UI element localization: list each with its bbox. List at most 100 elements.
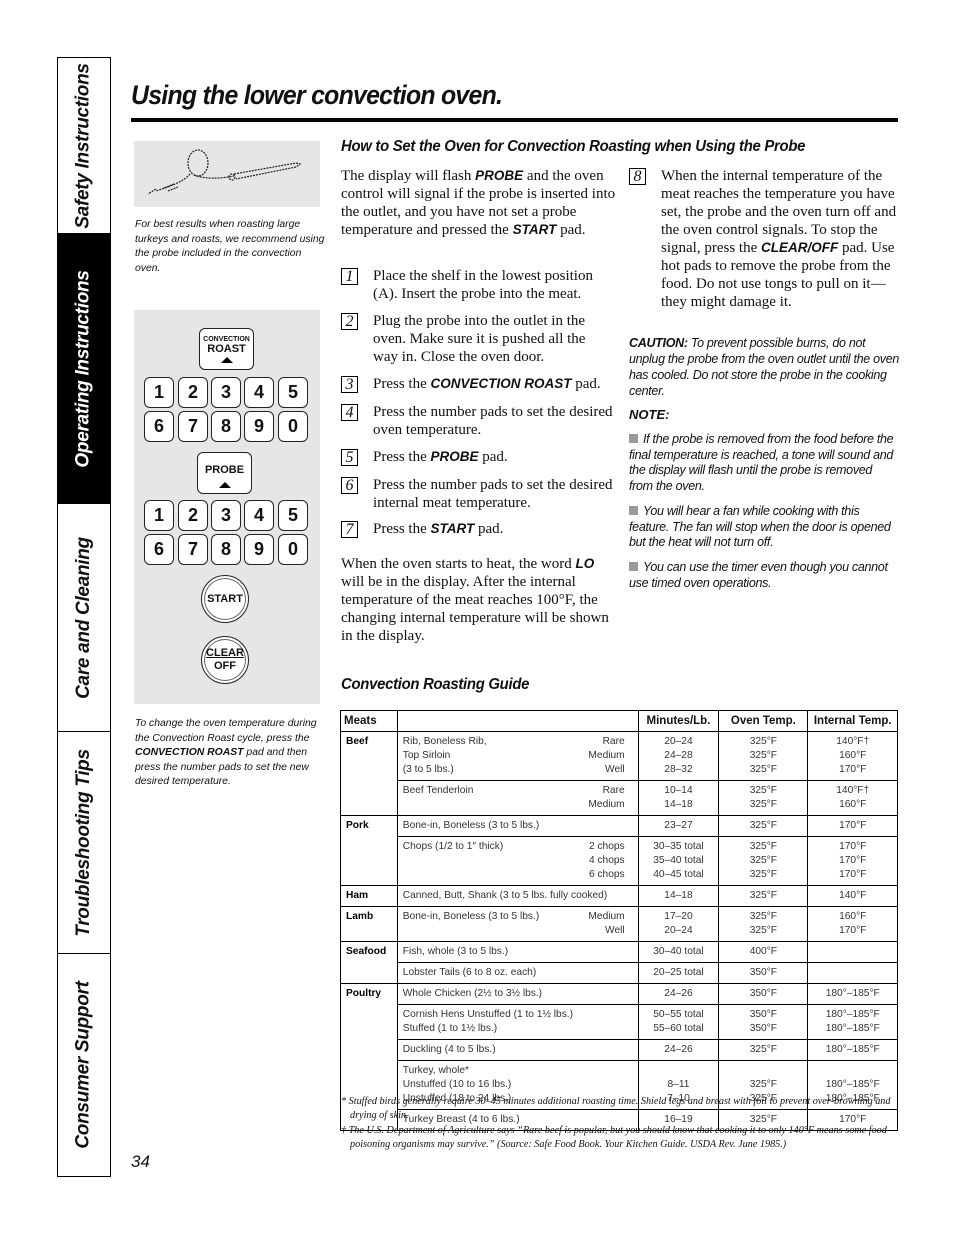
internal-temp: 180°–185°F 180°–185°F [807,1004,898,1040]
caution-note: CAUTION: To prevent possible burns, do n… [629,335,899,399]
number-pad-2: 2 [178,377,208,408]
start-pad: START [201,575,249,623]
table-row: Pork Bone-in, Boneless (3 to 5 lbs.) 23–2… [340,815,898,886]
table-row: Cornish Hens Unstuffed (1 to 1½ lbs.) Stu… [341,1004,898,1040]
text: When the oven starts to heat, the word [341,556,576,572]
oven-temp: 350°F 350°F [718,1004,809,1040]
cell-line: 325°F [749,736,778,747]
step-text: Place the shelf in the lowest position (… [373,267,613,303]
side-tab-operating-instructions[interactable]: Operating Instructions [58,234,110,504]
oven-temp: 325°F 325°F 325°F [718,836,809,886]
doneness-line: 4 chops [588,855,625,866]
header-meats: Meats [340,710,398,732]
doneness-line: Rare [602,736,625,747]
step-number-box: 7 [341,521,358,538]
cell-line: 180°–185°F [825,1044,880,1055]
side-tab-label: Operating Instructions [73,269,95,468]
cut-description: Bone-in, Boneless (3 to 5 lbs.) [396,815,639,837]
description-line: Chops (1/2 to 1″ thick) [402,841,504,852]
cell-line: 170°F [839,764,867,775]
cell-line: 170°F [839,925,867,936]
cut-description: Chops (1/2 to 1″ thick) 2 chops 4 chops 6 … [396,836,639,886]
cell-line: 180°–185°F [825,1023,880,1034]
table-header-row: Meats Minutes/Lb. Oven Temp. Internal Te… [340,710,898,732]
step-text: Press the START pad. [373,520,613,538]
number-pad-3: 3 [211,377,241,408]
convection-roasting-guide-table: Meats Minutes/Lb. Oven Temp. Internal Te… [340,710,898,1131]
cell-line: 50–55 total [653,1009,704,1020]
cut-description: Lobster Tails (6 to 8 oz. each) [396,962,639,984]
number-pad-2: 2 [178,500,208,531]
indicator-triangle-icon [220,356,233,363]
side-tab-troubleshooting-tips[interactable]: Troubleshooting Tips [58,732,110,954]
clear-off-pad: CLEAR OFF [201,636,249,684]
number-pad-0: 0 [278,534,308,565]
number-pad-6: 6 [144,411,174,442]
doneness-line [622,1022,625,1036]
cell-line: 325°F [749,869,778,880]
table-row: Seafood Fish, whole (3 to 5 lbs.) 30–40 t… [340,941,898,984]
description-line: Cornish Hens Unstuffed (1 to 1½ lbs.) [402,1009,574,1020]
cell-line: 325°F [749,785,778,796]
oven-temp: 325°F 325°F [718,780,809,816]
text: Press the number pads to set the desired… [373,404,613,438]
cell-line: 325°F [749,855,778,866]
number-pad-8: 8 [211,534,241,565]
cell-line: 30–35 total [653,841,704,852]
cell-line: 35–40 total [653,855,704,866]
oven-temp: 325°F [718,1039,809,1061]
cell-line: 325°F [749,799,778,810]
cell-line: 14–18 [664,799,693,810]
keyword: START [430,521,475,536]
cell-line: 160°F [839,799,867,810]
description-line: (3 to 5 lbs.) [402,764,454,775]
side-tab-consumer-support[interactable]: Consumer Support [58,954,110,1176]
number-pad-0: 0 [278,411,308,442]
oven-temp: 350°F [718,983,809,1005]
table-row: Poultry Whole Chicken (2½ to 3½ lbs.) 24–… [340,983,898,1131]
description-line: Duckling (4 to 5 lbs.) [402,1044,496,1055]
doneness-line: 2 chops [588,841,625,852]
cell-line [813,966,892,980]
note-item: You will hear a fan while cooking with t… [629,504,899,551]
number-pad-5: 5 [278,377,308,408]
number-pad-4: 4 [244,377,274,408]
meat-category: Seafood [340,941,398,984]
meat-category: Ham [340,885,398,907]
step-number-box: 8 [629,168,646,185]
probe-pad: PROBE [197,452,252,494]
internal-temp: 140°F [807,885,898,907]
side-tab-care-and-cleaning[interactable]: Care and Cleaning [58,504,110,732]
description-line: Top Sirloin [402,750,451,761]
number-pad-1: 1 [144,500,174,531]
cell-line: 30–40 total [653,946,704,957]
keyword: LO [575,556,595,571]
cell-line: 10–14 [664,785,693,796]
cell-line: 20–24 [664,925,693,936]
minutes-per-lb: 23–27 [637,815,720,837]
meat-probe-icon [147,149,302,195]
cell-line: 325°F [749,925,778,936]
minutes-per-lb: 20–24 24–28 28–32 [637,731,720,781]
number-pad-9: 9 [244,534,274,565]
side-tab-safety-instructions[interactable]: Safety Instructions [58,58,110,234]
cut-description: Cornish Hens Unstuffed (1 to 1½ lbs.) Stu… [396,1004,639,1040]
keyword: PROBE [475,168,524,183]
cell-line: 170°F [839,855,867,866]
step-text: Press the CONVECTION ROAST pad. [373,375,613,393]
description-line: Stuffed (1 to 1½ lbs.) [402,1023,498,1034]
section-heading: How to Set the Oven for Convection Roast… [341,138,806,155]
doneness-line: Well [605,764,625,775]
probe-caption: For best results when roasting large tur… [135,219,325,274]
step-number-box: 6 [341,477,358,494]
internal-temp: 140°F† 160°F 170°F [807,731,898,781]
doneness-line [622,1043,625,1057]
note-item: You can use the timer even though you ca… [629,560,899,591]
oven-temp: 325°F 325°F [718,906,809,942]
cell-line: 350°F [749,1023,778,1034]
table-row: Duckling (4 to 5 lbs.) 24–26 325°F 180°–18… [341,1039,898,1061]
note-text: If the probe is removed from the food be… [629,432,894,493]
cut-description: Whole Chicken (2½ to 3½ lbs.) [396,983,639,1005]
table-row: Beef Tenderloin Rare Medium 10–14 14–18 325°… [341,780,898,816]
cell-line: 180°–185°F [825,1079,880,1090]
